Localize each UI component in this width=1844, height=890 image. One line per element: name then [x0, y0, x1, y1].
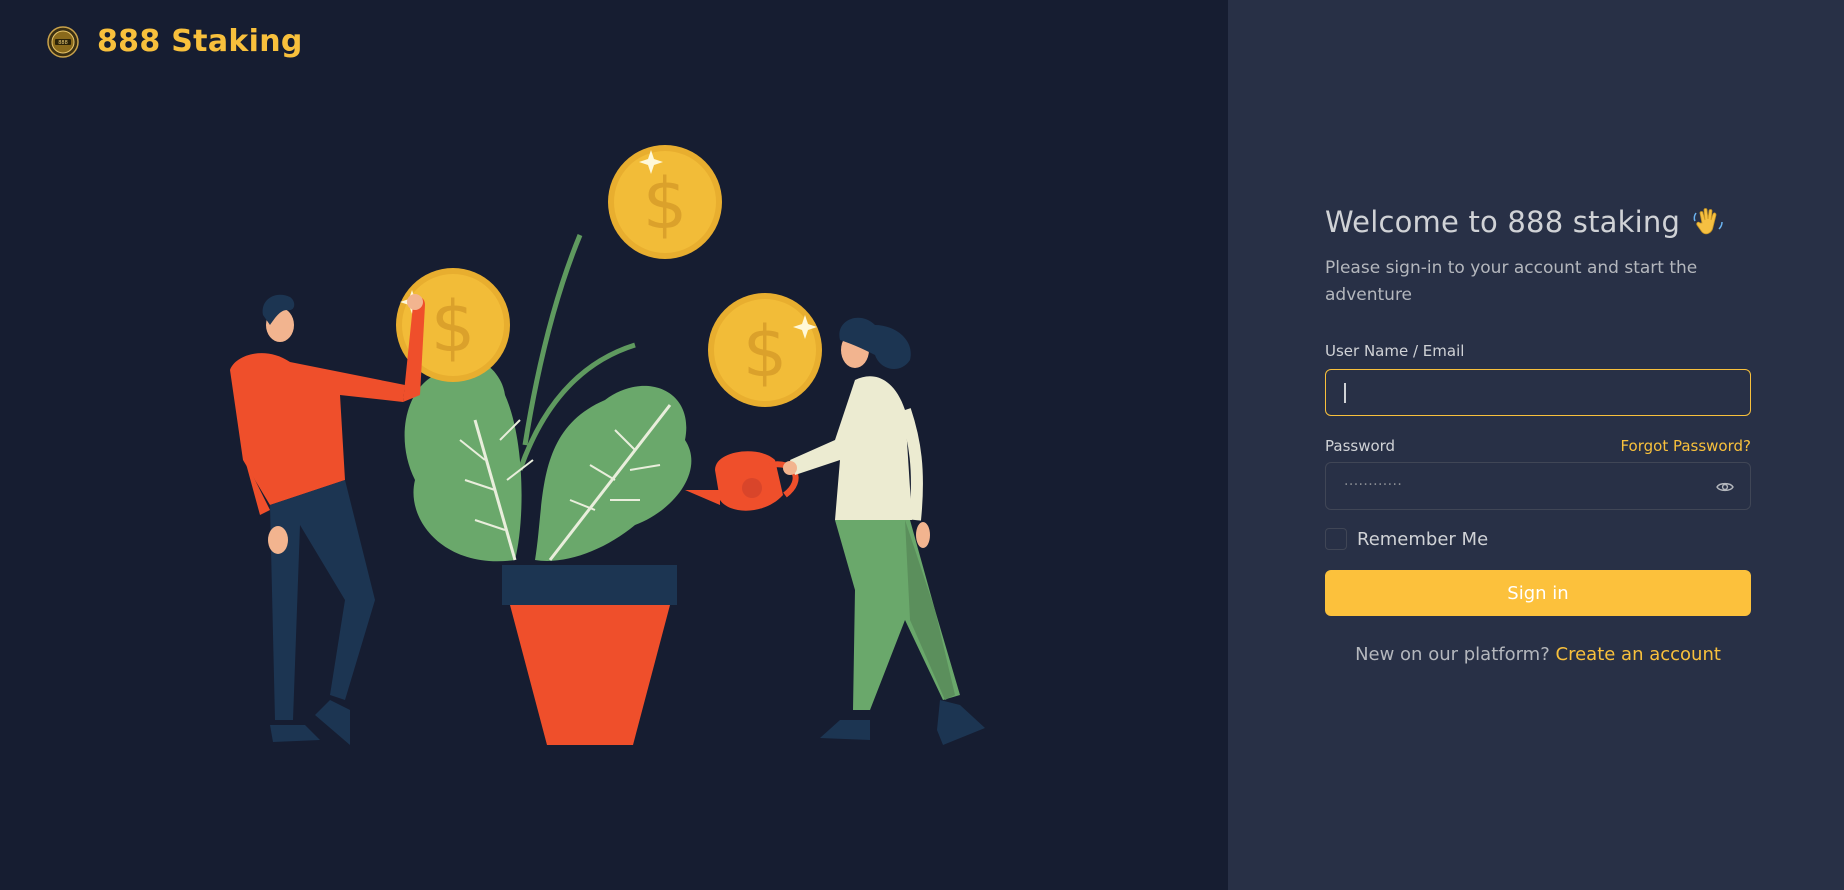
sign-in-button[interactable]: Sign in	[1325, 570, 1751, 616]
money-plant-illustration: $ $ $	[230, 145, 985, 745]
svg-text:$: $	[743, 311, 788, 393]
waving-hand-icon	[1693, 208, 1723, 235]
svg-text:$: $	[643, 163, 688, 245]
text-caret	[1344, 383, 1346, 403]
create-account-link[interactable]: Create an account	[1556, 644, 1721, 665]
svg-text:888: 888	[58, 40, 68, 46]
welcome-title: Welcome to 888 staking	[1325, 205, 1751, 239]
signup-prompt-text: New on our platform?	[1355, 644, 1550, 665]
login-form: Welcome to 888 staking Please sign-in to…	[1325, 205, 1751, 665]
illustration-panel: 888 888 Staking $ $ $	[0, 0, 1228, 890]
forgot-password-link[interactable]: Forgot Password?	[1620, 437, 1751, 455]
password-label: Password	[1325, 437, 1396, 455]
password-input[interactable]: ............	[1325, 462, 1751, 510]
password-mask: ............	[1344, 473, 1403, 489]
coin-logo-icon: 888	[47, 25, 79, 58]
remember-me-checkbox[interactable]	[1325, 528, 1347, 550]
svg-text:$: $	[431, 286, 476, 368]
remember-me-row: Remember Me	[1325, 528, 1751, 550]
welcome-title-text: Welcome to 888 staking	[1325, 205, 1681, 239]
brand[interactable]: 888 888 Staking	[47, 24, 303, 59]
eye-icon[interactable]	[1716, 478, 1734, 496]
username-input[interactable]	[1325, 369, 1751, 416]
welcome-subtitle: Please sign-in to your account and start…	[1325, 258, 1698, 305]
password-label-row: Password Forgot Password?	[1325, 437, 1751, 455]
remember-me-label[interactable]: Remember Me	[1357, 529, 1488, 550]
username-label: User Name / Email	[1325, 342, 1465, 360]
signup-prompt: New on our platform? Create an account	[1325, 644, 1751, 665]
brand-name: 888 Staking	[97, 24, 303, 59]
